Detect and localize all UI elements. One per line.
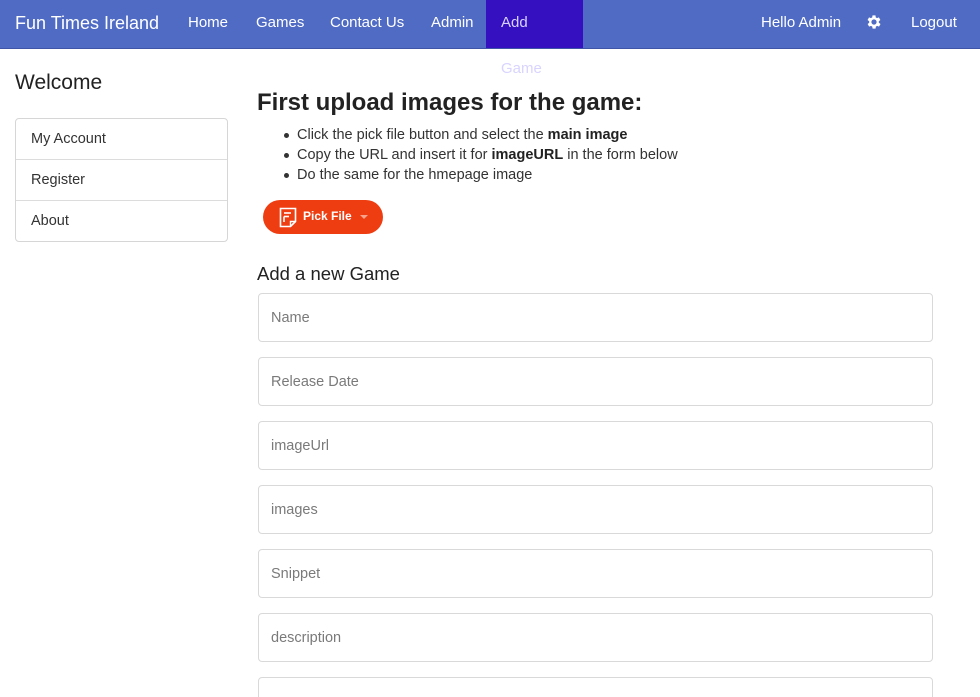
name-input[interactable] [258, 293, 933, 342]
form-title: Add a new Game [257, 263, 400, 284]
instruction-item: Click the pick file button and select th… [280, 125, 678, 145]
nav-home[interactable]: Home [188, 0, 228, 48]
snippet-input[interactable] [258, 549, 933, 598]
instruction-item: Copy the URL and insert it for imageURL … [280, 145, 678, 165]
nav-games[interactable]: Games [256, 0, 304, 48]
images-input[interactable] [258, 485, 933, 534]
brand-link[interactable]: Fun Times Ireland [15, 13, 159, 34]
nav-contact-us[interactable]: Contact Us [330, 0, 404, 48]
sidebar-item-register[interactable]: Register [16, 160, 227, 201]
sidebar-menu: My Account Register About [15, 118, 228, 242]
navbar: Fun Times Ireland Home Games Contact Us … [0, 0, 980, 77]
nav-add-game[interactable]: Add Game [486, 0, 583, 77]
sidebar-item-about[interactable]: About [16, 201, 227, 242]
greeting-link[interactable]: Hello Admin [761, 0, 841, 48]
nav-admin[interactable]: Admin [431, 0, 474, 48]
instruction-list: Click the pick file button and select th… [280, 125, 678, 185]
upload-heading: First upload images for the game: [257, 89, 643, 116]
sidebar-item-my-account[interactable]: My Account [16, 119, 227, 160]
gear-icon[interactable] [865, 12, 883, 32]
image-url-input[interactable] [258, 421, 933, 470]
sidebar-title: Welcome [15, 71, 103, 94]
pick-file-label: Pick File [303, 209, 352, 223]
caret-down-icon [360, 215, 368, 219]
logout-link[interactable]: Logout [911, 0, 957, 48]
file-icon [279, 207, 297, 228]
pick-file-button[interactable]: Pick File [263, 200, 383, 234]
description-input[interactable] [258, 613, 933, 662]
instruction-item: Do the same for the hmepage image [280, 165, 678, 185]
next-field-input[interactable] [258, 677, 933, 697]
release-date-input[interactable] [258, 357, 933, 406]
